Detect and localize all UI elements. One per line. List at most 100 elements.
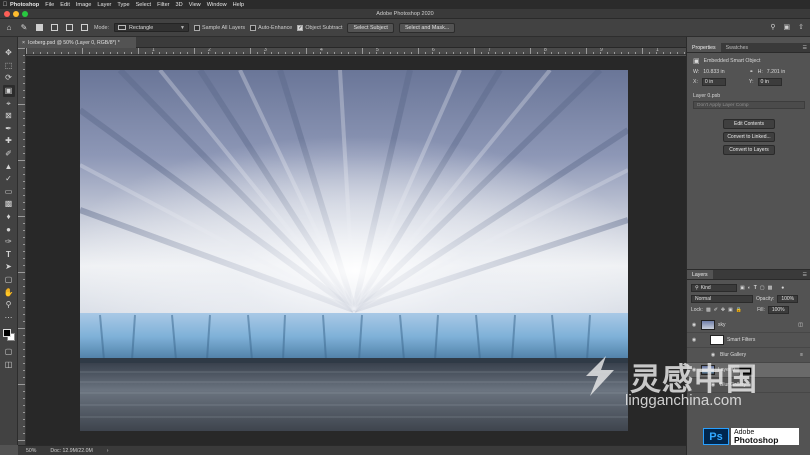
menu-window[interactable]: Window — [207, 2, 227, 8]
mode-select[interactable]: Rectangle ▼ — [113, 23, 189, 32]
layer-row-smart-filters[interactable]: ◉ Smart Filters — [687, 333, 810, 348]
filter-smart-icon[interactable]: ▩ — [768, 285, 773, 291]
menu-filter[interactable]: Filter — [157, 2, 169, 8]
document-tab[interactable]: × Iceberg.psd @ 50% (Layer 0, RGB/8*) * — [18, 37, 136, 48]
workspace-icon[interactable]: ▣ — [784, 23, 791, 31]
lock-all-icon[interactable]: 🔒 — [736, 307, 742, 313]
screen-mode-icon[interactable]: ◫ — [3, 359, 15, 372]
lock-artboard-icon[interactable]: ▣ — [728, 307, 733, 313]
quick-mask-icon[interactable]: ▢ — [3, 346, 15, 359]
filter-options-icon[interactable]: ≡ — [800, 352, 803, 358]
minimize-window-button[interactable] — [13, 11, 19, 17]
zoom-window-button[interactable] — [22, 11, 28, 17]
close-window-button[interactable] — [4, 11, 10, 17]
ruler-tick — [558, 52, 559, 54]
object-subtract-checkbox[interactable]: ✓ Object Subtract — [297, 24, 342, 31]
apple-icon[interactable]:  — [0, 2, 10, 8]
gradient-tool-icon[interactable]: ▩ — [3, 198, 15, 211]
filter-pixel-icon[interactable]: ▣ — [740, 285, 745, 291]
home-icon[interactable]: ⌂ — [4, 23, 14, 33]
history-brush-tool-icon[interactable]: ✓ — [3, 173, 15, 186]
layer-comp-select[interactable]: Don't Apply Layer Comp — [693, 101, 805, 109]
object-selection-tool-icon[interactable]: ▣ — [2, 84, 15, 98]
foreground-color-swatch[interactable] — [2, 329, 11, 338]
share-icon[interactable]: ⇧ — [798, 23, 804, 31]
zoom-level[interactable]: 50% — [26, 448, 36, 454]
object-selection-tool-icon[interactable]: ✎ — [19, 23, 29, 33]
pen-tool-icon[interactable]: ✑ — [3, 236, 15, 249]
brush-tool-icon[interactable]: ✐ — [3, 148, 15, 161]
zoom-tool-icon[interactable]: ⚲ — [3, 299, 15, 312]
blend-mode-select[interactable]: Normal — [691, 295, 753, 303]
marquee-tool-icon[interactable]: ⬚ — [3, 60, 15, 73]
close-tab-icon[interactable]: × — [22, 40, 25, 46]
eyedropper-tool-icon[interactable]: ✒ — [3, 123, 15, 136]
tab-swatches[interactable]: Swatches — [721, 43, 754, 52]
menu-help[interactable]: Help — [233, 2, 245, 8]
edit-contents-button[interactable]: Edit Contents — [723, 119, 775, 129]
new-selection-icon[interactable] — [34, 23, 44, 33]
filter-adjustment-icon[interactable]: ◐ — [748, 285, 751, 291]
eye-icon[interactable]: ◉ — [690, 322, 698, 328]
convert-to-linked-button[interactable]: Convert to Linked... — [723, 132, 775, 142]
filter-toggle-icon[interactable]: ● — [781, 285, 784, 291]
hand-tool-icon[interactable]: ✋ — [3, 286, 15, 299]
type-tool-icon[interactable]: T — [3, 249, 15, 262]
select-and-mask-button[interactable]: Select and Mask... — [398, 22, 456, 33]
ruler-tick — [390, 52, 391, 54]
link-icon[interactable]: ⚭ — [749, 69, 753, 75]
subtract-from-selection-icon[interactable] — [64, 23, 74, 33]
x-field[interactable]: 0 in — [701, 78, 726, 86]
menu-3d[interactable]: 3D — [176, 2, 183, 8]
ruler-tick — [117, 52, 118, 54]
blur-tool-icon[interactable]: ♦ — [3, 211, 15, 224]
layers-panel-menu-icon[interactable]: ☰ — [803, 272, 807, 278]
intersect-selection-icon[interactable] — [79, 23, 89, 33]
path-selection-tool-icon[interactable]: ➤ — [3, 261, 15, 274]
rectangle-tool-icon[interactable]: ▢ — [3, 274, 15, 287]
more-tools-icon[interactable]: ⋯ — [3, 311, 15, 324]
status-menu-caret[interactable]: › — [107, 448, 109, 454]
lock-paint-icon[interactable]: ✐ — [714, 307, 718, 313]
tab-properties[interactable]: Properties — [687, 43, 721, 52]
menu-file[interactable]: File — [45, 2, 54, 8]
add-to-selection-icon[interactable] — [49, 23, 59, 33]
filter-type-icon[interactable]: T — [754, 285, 757, 291]
sample-all-layers-checkbox[interactable]: Sample All Layers — [193, 24, 245, 31]
layer-row-sky[interactable]: ◉ sky ◫ — [687, 318, 810, 333]
lasso-tool-icon[interactable]: ⟳ — [3, 72, 15, 85]
layer-filter-kind[interactable]: ⚲ Kind — [691, 284, 737, 292]
y-field[interactable]: 0 in — [757, 78, 782, 86]
fill-field[interactable]: 100% — [767, 306, 789, 314]
clone-stamp-tool-icon[interactable]: ▲ — [3, 160, 15, 173]
lock-position-icon[interactable]: ✥ — [721, 307, 725, 313]
menu-view[interactable]: View — [189, 2, 201, 8]
filter-shape-icon[interactable]: ▢ — [760, 285, 765, 291]
panel-menu-icon[interactable]: ☰ — [803, 45, 807, 51]
document-canvas[interactable] — [80, 70, 628, 431]
move-tool-icon[interactable]: ✥ — [3, 47, 15, 60]
menu-app-name[interactable]: Photoshop — [10, 2, 39, 8]
dodge-tool-icon[interactable]: ● — [3, 223, 15, 236]
x-label: X: — [693, 79, 698, 85]
tab-layers[interactable]: Layers — [687, 270, 713, 279]
menu-type[interactable]: Type — [117, 2, 129, 8]
menu-image[interactable]: Image — [76, 2, 92, 8]
lock-pixels-icon[interactable]: ▩ — [706, 307, 711, 313]
healing-brush-tool-icon[interactable]: ✚ — [3, 135, 15, 148]
convert-to-layers-button[interactable]: Convert to Layers — [723, 145, 775, 155]
width-value[interactable]: 10.833 in — [703, 69, 737, 75]
select-subject-button[interactable]: Select Subject — [347, 22, 394, 33]
color-swatches[interactable] — [2, 328, 16, 342]
menu-select[interactable]: Select — [136, 2, 152, 8]
crop-tool-icon[interactable]: ⌖ — [3, 97, 15, 110]
frame-tool-icon[interactable]: ⊠ — [3, 110, 15, 123]
auto-enhance-checkbox[interactable]: Auto-Enhance — [250, 24, 292, 31]
height-value[interactable]: 7.201 in — [767, 69, 785, 75]
search-icon[interactable]: ⚲ — [770, 23, 775, 31]
eye-icon[interactable]: ◉ — [690, 337, 698, 343]
opacity-field[interactable]: 100% — [777, 295, 799, 303]
eraser-tool-icon[interactable]: ▭ — [3, 186, 15, 199]
menu-edit[interactable]: Edit — [60, 2, 70, 8]
menu-layer[interactable]: Layer — [97, 2, 111, 8]
